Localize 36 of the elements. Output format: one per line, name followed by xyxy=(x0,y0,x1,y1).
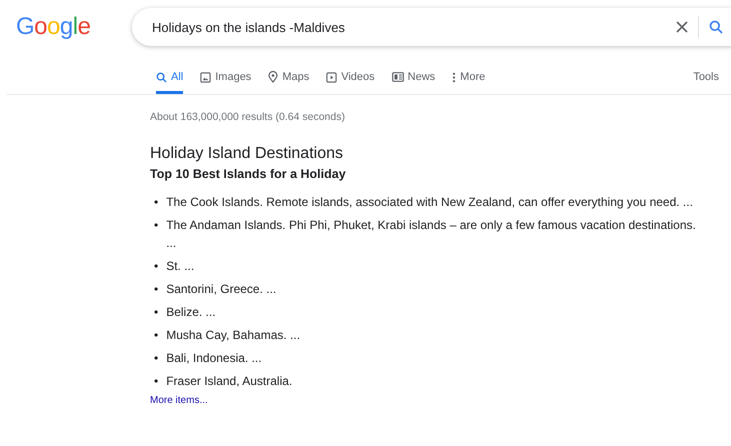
bullet-marker: • xyxy=(154,304,158,321)
search-tab[interactable]: Videos xyxy=(326,71,375,94)
search-field[interactable]: Holidays on the islands -Maldives xyxy=(150,18,666,36)
bullet-marker: • xyxy=(154,217,158,234)
search-tab[interactable]: More xyxy=(452,71,486,94)
list-item: The Andaman Islands. Phi Phi, Phuket, Krabi islands – are only a few famous vacation destinations. ... xyxy=(166,217,697,252)
snippet-subtitle: Top 10 Best Islands for a Holiday xyxy=(150,167,347,181)
google-logo[interactable]: Google xyxy=(16,13,132,41)
snippet-title: Holiday Island Destinations xyxy=(150,145,344,163)
video-icon xyxy=(326,72,338,82)
bullet-marker: • xyxy=(154,194,158,211)
list-item: St. ... xyxy=(166,258,194,275)
more-icon xyxy=(452,72,456,82)
list-item: The Cook Islands. Remote islands, associated with New Zealand, can offer everything you need. ... xyxy=(166,194,693,211)
bullet-marker: • xyxy=(154,327,158,344)
search-tab[interactable]: News xyxy=(392,71,436,94)
list-item: Belize. ... xyxy=(166,304,216,321)
search-icon[interactable] xyxy=(709,20,723,34)
list-item: Bali, Indonesia. ... xyxy=(166,350,262,367)
bullet-marker: • xyxy=(154,281,158,298)
list-item: Santorini, Greece. ... xyxy=(166,281,276,298)
bullet-marker: • xyxy=(154,373,158,390)
search-tab[interactable]: Maps xyxy=(268,71,310,94)
tools-link[interactable]: Tools xyxy=(693,71,719,94)
list-item: Musha Cay, Bahamas. ... xyxy=(166,327,300,344)
more-items-link[interactable]: More items... xyxy=(150,395,208,406)
bullet-marker: • xyxy=(154,258,158,275)
search-tab[interactable]: Images xyxy=(200,71,252,94)
newspaper-icon xyxy=(392,72,404,82)
search-tab[interactable]: All xyxy=(156,71,184,94)
image-icon xyxy=(200,72,212,82)
result-stats: About 163,000,000 results (0.64 seconds) xyxy=(150,111,346,123)
list-item: Fraser Island, Australia. xyxy=(166,373,292,390)
map-pin-icon xyxy=(268,71,278,83)
search-icon xyxy=(156,72,167,82)
bullet-marker: • xyxy=(154,350,158,367)
